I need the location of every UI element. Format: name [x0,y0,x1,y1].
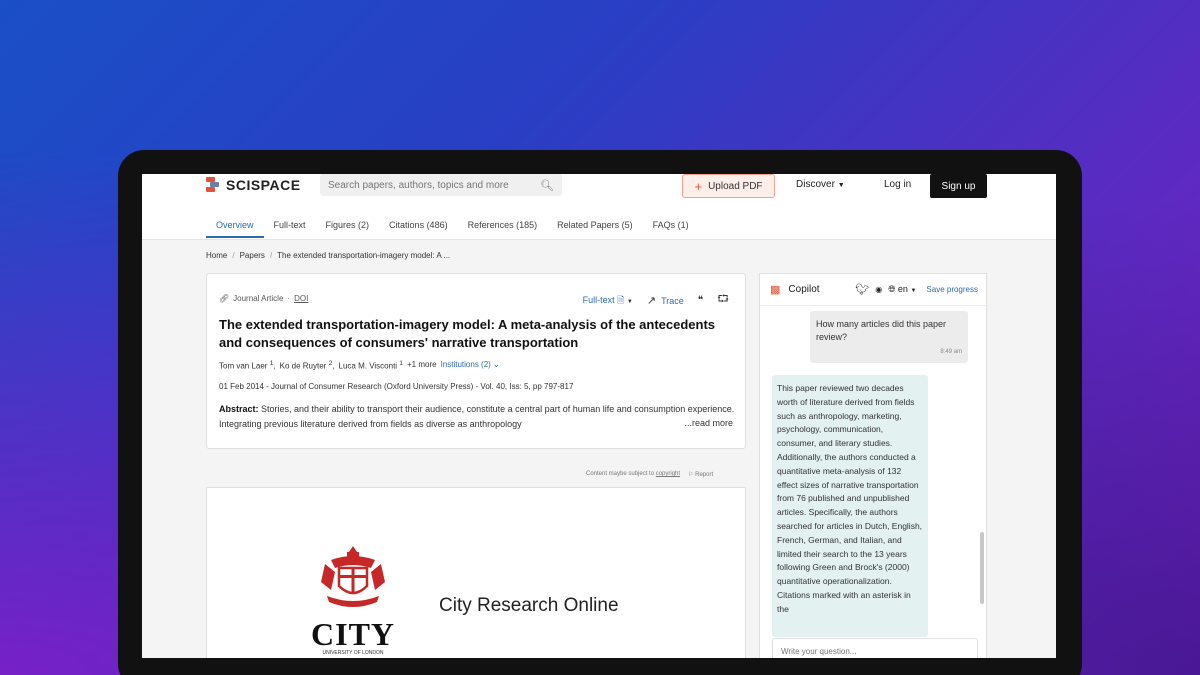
search-bar[interactable]: 🔍︎ [320,174,562,196]
breadcrumb-separator: / [269,251,273,260]
tab-related-papers[interactable]: Related Papers (5) [547,212,643,238]
article-title: The extended transportation-imagery mode… [219,317,716,350]
breadcrumb: Home / Papers / The extended transportat… [206,251,450,260]
flag-icon: ⚐ [688,472,694,478]
globe-icon: 🌐︎ [888,284,896,294]
tab-citations[interactable]: Citations (486) [379,212,458,238]
upload-pdf-label: Upload PDF [708,180,763,192]
author-name[interactable]: Tom van Laer 1, [219,360,276,371]
copilot-response: This paper reviewed two decades worth of… [772,375,928,637]
breadcrumb-current: The extended transportation-imagery mode… [277,251,451,260]
author-name[interactable]: Luca M. Visconti 1 [339,360,403,371]
article-type: Journal Article [233,294,284,303]
top-header: SCISPACE 🔍︎ + Upload PDF Discover ▼ Log … [142,174,1056,240]
tab-figures[interactable]: Figures (2) [316,212,380,238]
city-logo-text: CITY [311,616,396,652]
save-progress-link[interactable]: Save progress [926,285,978,294]
question-box[interactable] [772,638,978,658]
read-more-link[interactable]: ...read more [681,418,733,428]
author-name[interactable]: Ko de Ruyter 2, [280,360,335,371]
plus-icon: + [694,178,703,194]
twitter-icon[interactable]: 🐦︎ [855,283,869,296]
chevron-down-icon: ▼ [837,182,845,189]
paper-tabs: Overview Full-text Figures (2) Citations… [206,212,699,238]
message-timestamp: 8:49 am [940,349,962,355]
abstract: Abstract: Stories, and their ability to … [219,402,737,432]
city-crest-logo [321,546,385,607]
app-screen: SCISPACE 🔍︎ + Upload PDF Discover ▼ Log … [142,174,1056,658]
report-button[interactable]: ⚐ Report [688,471,713,478]
trace-button[interactable]: ↗ Trace [647,294,684,307]
abstract-text: Stories, and their ability to transport … [219,404,735,429]
external-link-icon: ↗ [646,295,657,307]
question-input[interactable] [781,646,969,656]
discover-menu[interactable]: Discover ▼ [796,179,845,190]
chevron-down-icon: ▼ [626,298,633,305]
more-authors[interactable]: +1 more [407,360,437,371]
pdf-preview[interactable]: CITY UNIVERSITY OF LONDON City Research … [206,487,746,658]
discord-icon[interactable]: ◉ [875,285,882,294]
breadcrumb-home[interactable]: Home [206,251,227,260]
signup-button[interactable]: Sign up [930,174,987,198]
login-button[interactable]: Log in [884,179,911,190]
search-icon[interactable]: 🔍︎ [540,179,554,192]
language-selector[interactable]: 🌐︎ en ▼ [888,284,916,295]
tab-full-text[interactable]: Full-text [264,212,316,238]
abstract-label: Abstract: [219,404,259,414]
article-actions: Full-text 🗎︎ ▼ ↗ Trace ❝ ⮔ [583,292,729,309]
author-list: Tom van Laer 1, Ko de Ruyter 2, Luca M. … [219,360,500,371]
copilot-header: ▩ Copilot 🐦︎ ◉ 🌐︎ en ▼ Save progress [760,274,988,306]
institutions-dropdown[interactable]: Institutions (2) ⌄ [441,360,500,371]
scispace-logo-icon [206,177,220,193]
chat-scrollbar[interactable] [980,532,984,604]
link-icon: 🔗︎ [219,294,230,303]
copyright-link[interactable]: copyright [656,471,680,477]
content-note: Content maybe subject to copyright ⚐ Rep… [586,471,713,478]
document-icon: 🗎︎ [617,294,625,305]
discover-label: Discover [796,179,835,190]
chevron-down-icon: ▼ [910,288,917,294]
doi-link[interactable]: DOI [294,294,308,303]
scispace-logo[interactable]: SCISPACE [206,177,301,193]
article-meta: 🔗︎ Journal Article · DOI [219,294,309,303]
tab-overview[interactable]: Overview [206,212,264,238]
content-note-text: Content maybe subject to [586,471,655,477]
breadcrumb-papers[interactable]: Papers [240,251,265,260]
breadcrumb-separator: / [232,251,235,260]
copilot-title: Copilot [788,284,820,295]
city-logo-subtext: UNIVERSITY OF LONDON [322,650,384,656]
tab-faqs[interactable]: FAQs (1) [643,212,699,238]
fulltext-label: Full-text [582,294,615,305]
search-input[interactable] [328,179,541,191]
repository-title: City Research Online [439,595,619,616]
copilot-panel: ▩ Copilot 🐦︎ ◉ 🌐︎ en ▼ Save progress How… [759,273,988,658]
fulltext-dropdown[interactable]: Full-text 🗎︎ ▼ [583,293,633,309]
upload-pdf-button[interactable]: + Upload PDF [682,174,775,198]
quote-icon[interactable]: ❝ [698,295,703,306]
copilot-icon: ▩ [770,284,781,296]
tab-references[interactable]: References (185) [458,212,548,238]
share-icon[interactable]: ⮔ [717,292,729,309]
article-card: 🔗︎ Journal Article · DOI Full-text 🗎︎ ▼ … [206,273,746,449]
user-message: How many articles did this paper review?… [810,311,968,363]
user-message-text: How many articles did this paper review? [816,319,947,342]
logo-text: SCISPACE [226,177,301,193]
publication-info: 01 Feb 2014 - Journal of Consumer Resear… [219,382,574,391]
trace-label: Trace [661,295,684,306]
